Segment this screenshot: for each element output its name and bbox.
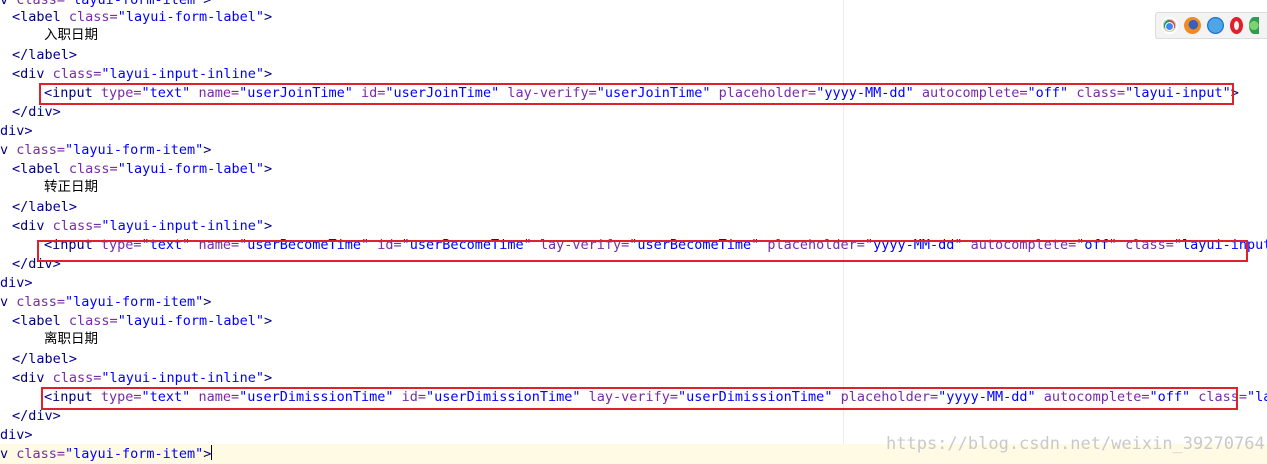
firefox-icon[interactable]	[1184, 17, 1201, 34]
highlight-box-dimission-time	[41, 387, 1238, 410]
code-line: 入职日期	[44, 27, 98, 43]
code-line: div>	[0, 123, 33, 139]
code-line: <label class="layui-form-label">	[12, 161, 273, 177]
browser-preview-bar	[1155, 12, 1267, 39]
code-line: v class="layui-form-item">	[0, 142, 212, 158]
highlight-box-become-time	[37, 240, 1248, 262]
code-line: <label class="layui-form-label">	[12, 313, 273, 329]
opera-icon[interactable]	[1230, 17, 1243, 34]
code-line: 转正日期	[44, 179, 98, 195]
code-line: </label>	[12, 199, 78, 215]
code-line: div>	[0, 427, 33, 443]
code-line: </div>	[12, 104, 61, 120]
code-line: <div class="layui-input-inline">	[12, 218, 273, 234]
code-line: div>	[0, 275, 33, 291]
edge-icon[interactable]	[1249, 17, 1259, 34]
code-line: <div class="layui-input-inline">	[12, 66, 273, 82]
text-caret	[211, 445, 213, 460]
code-line: 离职日期	[44, 331, 98, 347]
code-line: v class="layui-form-item">	[0, 294, 212, 310]
chrome-icon[interactable]	[1161, 17, 1178, 34]
code-line: <label class="layui-form-label">	[12, 9, 273, 25]
safari-icon[interactable]	[1207, 17, 1224, 34]
highlight-box-join-time	[39, 83, 1234, 105]
watermark: https://blog.csdn.net/weixin_39270764	[886, 434, 1265, 454]
code-line: </label>	[12, 47, 78, 63]
code-line: <div class="layui-input-inline">	[12, 370, 273, 386]
code-line: </label>	[12, 351, 78, 367]
code-editor[interactable]: v class="layui-form-item"> <label class=…	[0, 0, 1267, 464]
code-line: v class="layui-form-item">	[0, 445, 213, 462]
